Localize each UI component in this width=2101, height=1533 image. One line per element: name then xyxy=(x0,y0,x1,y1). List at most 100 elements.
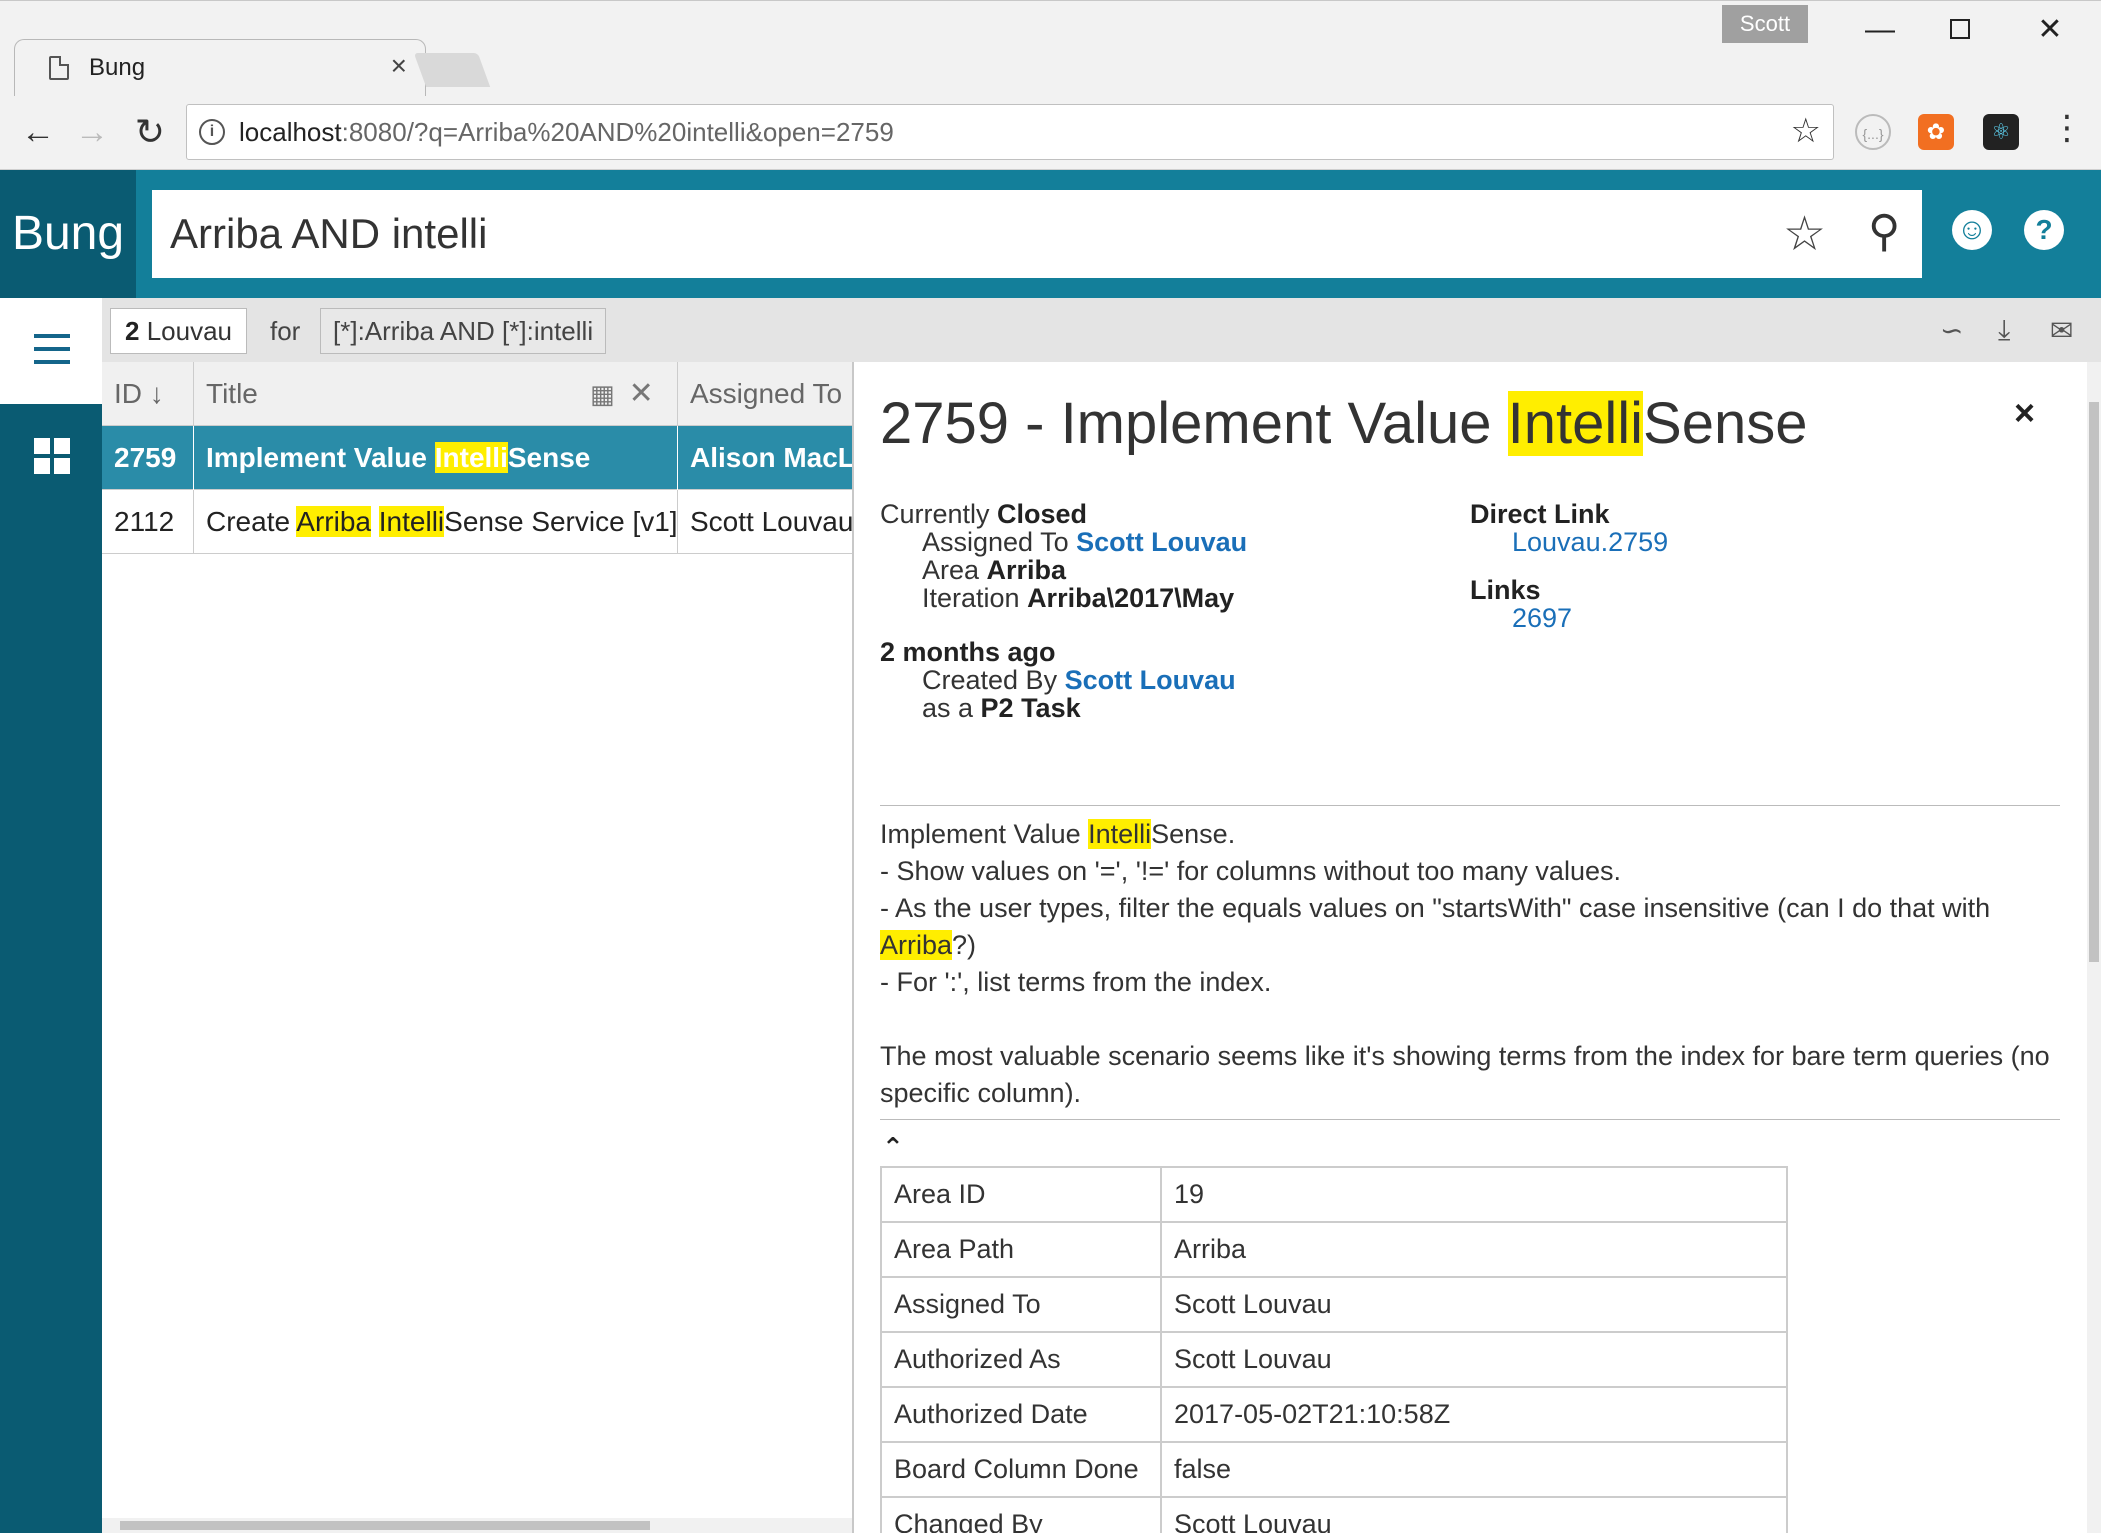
info-icon[interactable]: i xyxy=(199,119,225,145)
react-devtools-icon[interactable]: ⚛ xyxy=(1983,114,2019,150)
property-key: Authorized As xyxy=(880,1331,1162,1388)
forward-arrow-icon[interactable]: → xyxy=(70,110,114,154)
bookmark-star-icon[interactable]: ☆ xyxy=(1791,111,1821,151)
row-title: Implement Value IntelliSense xyxy=(194,426,678,490)
table-row: Changed By Scott Louvau xyxy=(880,1496,1788,1533)
text-segment: Create xyxy=(206,506,297,537)
left-rail xyxy=(0,298,102,1533)
iteration-line: Iteration Arriba\2017\May xyxy=(922,580,1234,617)
browser-tab-strip: Bung × Scott — ✕ xyxy=(0,0,2101,97)
horizontal-scrollbar[interactable] xyxy=(102,1518,852,1533)
table-row: Authorized Date 2017-05-02T21:10:58Z xyxy=(880,1386,1788,1443)
table-row: Area ID 19 xyxy=(880,1166,1788,1223)
text-segment: - As the user types, filter the equals v… xyxy=(880,893,1991,923)
download-icon[interactable]: ⤓ xyxy=(1998,314,2010,347)
list-view-button[interactable] xyxy=(0,298,102,404)
table-row: Authorized As Scott Louvau xyxy=(880,1331,1788,1388)
property-value: Arriba xyxy=(1160,1221,1788,1278)
table-row[interactable]: 2112 Create Arriba IntelliSense Service … xyxy=(102,490,854,554)
save-query-star-icon[interactable]: ☆ xyxy=(1783,206,1826,262)
search-icon[interactable]: ⚲ xyxy=(1868,206,1900,257)
result-count[interactable]: 2 Louvau xyxy=(110,308,247,354)
scrollbar-thumb[interactable] xyxy=(120,1521,650,1530)
property-value: 2017-05-02T21:10:58Z xyxy=(1160,1386,1788,1443)
url-path: :8080/?q=Arriba%20AND%20intelli&open=275… xyxy=(341,117,894,147)
back-arrow-icon[interactable]: ← xyxy=(16,110,60,154)
app-logo[interactable]: Bung xyxy=(0,170,136,298)
properties-table: Area ID 19 Area Path Arriba Assigned To Sco… xyxy=(880,1166,1788,1533)
grid-view-icon[interactable] xyxy=(34,438,70,474)
property-key: Area ID xyxy=(880,1166,1162,1223)
divider xyxy=(880,1119,2060,1120)
item-title: 2759 - Implement Value IntelliSense xyxy=(880,390,1807,457)
row-id: 2759 xyxy=(102,426,194,490)
rss-extension-icon[interactable]: ✿ xyxy=(1918,114,1954,150)
tab-close-icon[interactable]: × xyxy=(391,50,407,82)
created-by-link[interactable]: Scott Louvau xyxy=(1065,665,1236,695)
for-label: for xyxy=(270,316,301,346)
text-segment: Sense Service [v1] xyxy=(444,506,678,537)
column-header-assigned-to[interactable]: Assigned To xyxy=(678,362,852,426)
table-row: Area Path Arriba xyxy=(880,1221,1788,1278)
linked-item: 2697 xyxy=(1512,603,1573,633)
search-input[interactable] xyxy=(170,190,1670,278)
table-row: Board Column Done false xyxy=(880,1441,1788,1498)
help-icon[interactable]: ? xyxy=(2024,210,2064,250)
browser-toolbar: ← → ↻ i localhost:8080/?q=Arriba%20AND%2… xyxy=(0,96,2101,170)
table-row: Assigned To Scott Louvau xyxy=(880,1276,1788,1333)
search-highlight: Intelli xyxy=(378,506,445,537)
maximize-icon[interactable] xyxy=(1930,5,1990,55)
reload-icon[interactable]: ↻ xyxy=(128,110,172,154)
browser-menu-icon[interactable]: ⋮ xyxy=(2050,108,2084,148)
search-box: ☆ ⚲ xyxy=(152,190,1922,278)
list-icon xyxy=(34,334,70,364)
search-highlight: Intelli xyxy=(1507,391,1644,456)
text-segment: - Show values on '=', '!=' for columns w… xyxy=(880,856,1621,886)
assigned-to-link[interactable]: Scott Louvau xyxy=(1076,527,1247,557)
search-highlight: Arriba xyxy=(880,930,953,960)
profile-button[interactable]: Scott xyxy=(1722,5,1808,43)
search-highlight: Arriba xyxy=(296,506,371,537)
url-text[interactable]: localhost:8080/?q=Arriba%20AND%20intelli… xyxy=(239,117,894,148)
column-header-id[interactable]: ID ↓ xyxy=(102,362,194,426)
rss-feed-icon[interactable]: ∽ xyxy=(1940,314,1963,347)
text-segment: - For ':', list terms from the index. xyxy=(880,967,1272,997)
description: Implement Value IntelliSense. - Show val… xyxy=(880,816,2060,1112)
page-icon xyxy=(49,56,69,80)
text-segment: Sense xyxy=(507,442,591,473)
scrollbar-thumb[interactable] xyxy=(2089,402,2099,962)
divider xyxy=(880,805,2060,806)
feedback-smile-icon[interactable]: ☺ xyxy=(1952,210,1992,250)
property-value: 19 xyxy=(1160,1166,1788,1223)
remove-column-icon[interactable]: ✕ xyxy=(629,377,654,410)
row-assigned-to: Scott Louvau xyxy=(690,506,854,537)
text-segment xyxy=(880,1001,2060,1038)
text-segment xyxy=(371,506,379,537)
query-chip[interactable]: [*]:Arriba AND [*]:intelli xyxy=(320,308,607,354)
browser-tab[interactable]: Bung × xyxy=(14,39,426,97)
row-id: 2112 xyxy=(102,490,194,554)
text-segment: 2759 - Implement Value xyxy=(880,391,1508,456)
property-value: Scott Louvau xyxy=(1160,1496,1788,1533)
property-value: Scott Louvau xyxy=(1160,1276,1788,1333)
column-options-icon[interactable]: ▦ xyxy=(590,379,615,409)
close-detail-icon[interactable]: × xyxy=(2014,392,2035,434)
text-segment: Arriba?) xyxy=(880,930,977,960)
results-grid: ID ↓ Title ▦ ✕ Assigned To 2759 Implement… xyxy=(102,362,854,1533)
text-segment: Implement Value IntelliSense. xyxy=(880,819,1236,849)
mail-icon[interactable]: ✉ xyxy=(2050,314,2073,347)
property-key: Assigned To xyxy=(880,1276,1162,1333)
collapse-chevron-icon[interactable]: ⌃ xyxy=(882,1132,904,1163)
close-window-icon[interactable]: ✕ xyxy=(2020,5,2080,55)
minimize-icon[interactable]: — xyxy=(1850,5,1910,55)
type-line: as a P2 Task xyxy=(922,690,1081,727)
property-key: Authorized Date xyxy=(880,1386,1162,1443)
search-highlight: Intelli xyxy=(1088,819,1152,849)
vertical-scrollbar[interactable] xyxy=(2087,362,2101,1533)
table-row[interactable]: 2759 Implement Value IntelliSense Alison… xyxy=(102,426,852,490)
extension-icon[interactable]: {...} xyxy=(1855,114,1891,150)
address-bar[interactable]: i localhost:8080/?q=Arriba%20AND%20intel… xyxy=(186,104,1834,160)
text-segment: Iteration xyxy=(922,583,1028,613)
new-tab-button[interactable] xyxy=(413,53,491,87)
text-segment: The most valuable scenario seems like it… xyxy=(880,1041,2050,1108)
